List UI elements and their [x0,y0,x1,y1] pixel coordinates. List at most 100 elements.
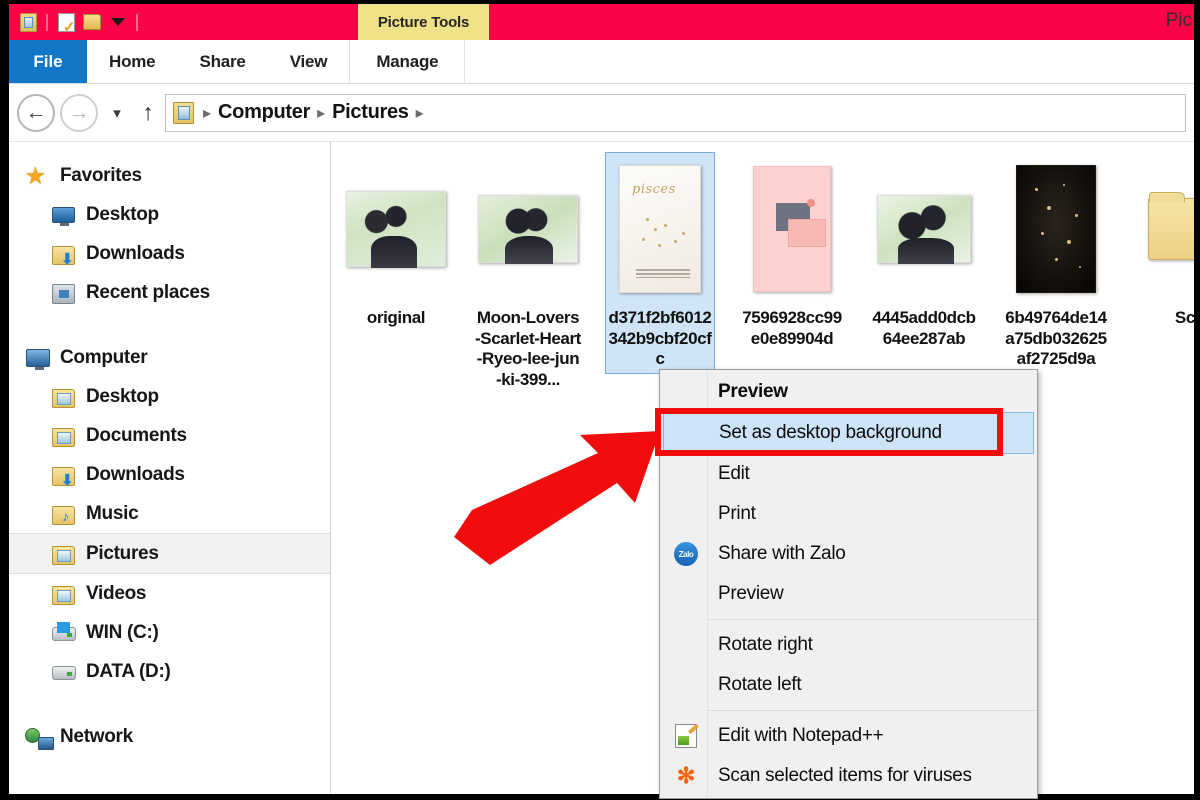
nav-item-downloads[interactable]: ⬇ Downloads [9,455,330,494]
recent-locations-caret-icon[interactable]: ▾ [103,104,131,122]
breadcrumb-separator-0[interactable]: ▸ [196,103,218,123]
computer-icon [23,345,53,371]
file-name: 4445add0dcb64ee287ab [872,308,976,348]
ribbon-tab-bar: File Home Share View Manage [9,40,1194,84]
notepadpp-icon [673,723,699,749]
menu-item-label: Scan selected items for viruses [718,765,972,786]
menu-separator-1 [708,619,1037,620]
tab-share[interactable]: Share [177,40,267,83]
nav-label: DATA (D:) [86,660,171,682]
nav-header-network[interactable]: Network [9,717,330,756]
thumbnail-wrap: pisces [606,156,714,301]
file-name: 6b49764de14a75db032625af2725d9a [1005,308,1107,369]
nav-header-computer[interactable]: Computer [9,338,330,377]
menu-item-print[interactable]: Print [660,494,1037,534]
thumbnail-image [877,194,971,264]
windows-drive-icon [49,620,79,646]
up-button[interactable]: ↑ [131,101,165,124]
thumbnail-wrap [738,156,846,301]
menu-item-label: Edit with Notepad++ [718,725,884,746]
file-tile-couple3[interactable]: 4445add0dcb64ee287ab [869,152,979,353]
breadcrumb[interactable]: ▸ Computer ▸ Pictures ▸ [165,93,1186,132]
nav-item-videos[interactable]: Videos [9,574,330,613]
file-name: original [366,308,426,327]
nav-item-music[interactable]: ♪ Music [9,494,330,533]
file-tiles: original Moon-Lovers-Scarlet-Heart-Ryeo-… [341,152,1194,395]
navigation-pane: ★ Favorites Desktop ⬇ Downloads Recent p… [9,142,331,793]
nav-label: WIN (C:) [86,621,159,643]
menu-item-rotate-right[interactable]: Rotate right [660,625,1037,665]
tab-home[interactable]: Home [87,40,177,83]
tab-file[interactable]: File [9,40,87,83]
menu-item-label: Share with Zalo [718,543,846,564]
tab-manage[interactable]: Manage [349,40,466,83]
file-tile-selected[interactable]: pisces d371f2bf6012342b9cbf20cfc [605,152,715,375]
new-folder-icon[interactable] [79,8,105,36]
breadcrumb-separator-2[interactable]: ▸ [409,103,431,123]
downloads-folder-icon: ⬇ [49,241,79,267]
quick-access-toolbar [9,8,143,36]
nav-group-spacer [9,312,330,338]
file-tile-pink[interactable]: 7596928cc99e0e89904d [737,152,847,353]
file-tile-original[interactable]: original [341,152,451,333]
picture-tools-label: Picture Tools [358,4,489,40]
nav-item-desktop[interactable]: Desktop [9,377,330,416]
nav-item-desktop-fav[interactable]: Desktop [9,195,330,234]
menu-item-share-with-zalo[interactable]: Zalo Share with Zalo [660,534,1037,574]
annotation-arrow-icon [454,431,660,565]
desktop-folder-icon [49,384,79,410]
thumbnail-wrap [870,156,978,301]
nav-label: Downloads [86,242,185,264]
breadcrumb-pictures[interactable]: Pictures [332,101,409,124]
file-name: Moon-Lovers-Scarlet-Heart-Ryeo-lee-jun-k… [475,308,581,390]
nav-header-favorites[interactable]: ★ Favorites [9,156,330,195]
title-bar: Picture Tools Pic [9,4,1194,40]
nav-item-recent-places[interactable]: Recent places [9,273,330,312]
nav-label: Computer [60,346,148,368]
nav-label: Videos [86,582,147,604]
menu-item-set-as-desktop-background[interactable]: Set as desktop background [663,412,1034,454]
thumbnail-wrap [1134,156,1194,301]
properties-icon[interactable] [53,8,79,36]
file-tile-moon-lovers[interactable]: Moon-Lovers-Scarlet-Heart-Ryeo-lee-jun-k… [473,152,583,395]
documents-folder-icon [49,423,79,449]
menu-item-rotate-left[interactable]: Rotate left [660,665,1037,705]
window-title: Pic [1165,10,1192,31]
pictures-folder-icon [49,541,79,567]
breadcrumb-computer[interactable]: Computer [218,101,310,124]
thumbnail-image [1016,164,1096,293]
tab-view[interactable]: View [268,40,350,83]
nav-item-pictures[interactable]: Pictures [9,533,330,574]
nav-item-win-c[interactable]: WIN (C:) [9,613,330,652]
thumbnail-wrap [342,156,450,301]
nav-group-spacer-2 [9,691,330,717]
videos-folder-icon [49,581,79,607]
menu-item-edit[interactable]: Edit [660,454,1037,494]
customize-qat-caret-icon[interactable] [105,8,131,36]
menu-item-preview-2[interactable]: Preview [660,574,1037,614]
nav-item-downloads-fav[interactable]: ⬇ Downloads [9,234,330,273]
monitor-icon [49,202,79,228]
nav-label: Recent places [86,281,210,303]
explorer-icon[interactable] [15,8,41,36]
breadcrumb-separator-1[interactable]: ▸ [310,103,332,123]
file-tile-folder-scr[interactable]: Scr [1133,152,1194,333]
nav-item-data-d[interactable]: DATA (D:) [9,652,330,691]
downloads-folder-icon: ⬇ [49,462,79,488]
file-tile-dark[interactable]: 6b49764de14a75db032625af2725d9a [1001,152,1111,374]
forward-button[interactable]: → [60,93,98,132]
menu-item-edit-with-notepadpp[interactable]: Edit with Notepad++ [660,716,1037,756]
nav-label: Desktop [86,203,159,225]
qat-divider-2 [136,13,138,31]
music-folder-icon: ♪ [49,501,79,527]
screenshot-root: Picture Tools Pic File Home Share View M… [0,0,1200,800]
star-icon: ★ [26,164,45,188]
nav-label: Pictures [86,542,159,564]
nav-label: Favorites [60,164,142,186]
menu-item-scan-for-viruses[interactable]: ✻ Scan selected items for viruses [660,756,1037,796]
back-button[interactable]: ← [17,93,55,132]
menu-item-preview[interactable]: Preview [660,372,1037,412]
breadcrumb-folder-icon [173,101,194,124]
address-bar: ← → ▾ ↑ ▸ Computer ▸ Pictures ▸ [9,84,1194,142]
nav-item-documents[interactable]: Documents [9,416,330,455]
